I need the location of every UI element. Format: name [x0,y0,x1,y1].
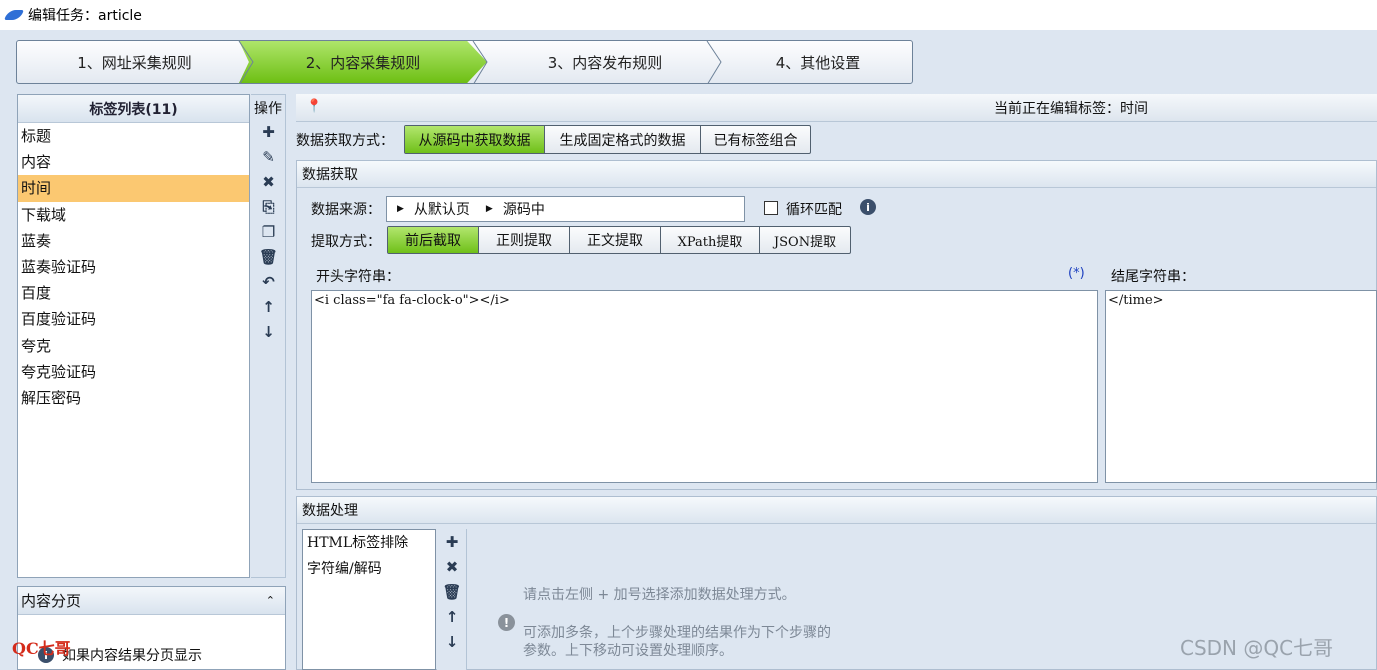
editor-header: 📍 当前正在编辑标签：时间 [296,94,1377,122]
getmode-toggle: 从源码中获取数据 生成固定格式的数据 已有标签组合 [404,125,811,154]
loop-match-label: 循环匹配 [786,202,842,218]
qc-logo: QC七哥 [12,639,71,658]
extract-regex-button[interactable]: 正则提取 [479,227,570,253]
extract-body-button[interactable]: 正文提取 [570,227,661,253]
fetch-section-header: 数据获取 [297,161,1376,188]
move-down-icon[interactable]: ↓ [251,319,286,344]
list-item[interactable]: 百度 [18,280,249,306]
pin-icon[interactable]: 📍 [306,99,322,114]
paste-icon[interactable]: ❐ [251,219,286,244]
copy-icon[interactable]: ⎘ [251,194,286,219]
tag-list: 标题 内容 时间 下载域 蓝奏 蓝奏验证码 百度 百度验证码 夸克 夸克验证码 … [18,123,249,411]
step-publish-rules[interactable]: 3、内容发布规则 [487,41,723,83]
start-string-label: 开头字符串： [316,269,400,285]
list-item[interactable]: 字符编/解码 [303,556,435,582]
app-icon [4,10,24,20]
delete-icon[interactable]: ✖ [437,554,467,579]
trash-icon[interactable]: 🗑 [437,579,467,604]
start-string-input[interactable]: <i class="fa fa-clock-o"></i> [311,290,1098,483]
exclamation-icon: ! [498,614,515,631]
list-item-selected[interactable]: 时间 [18,175,249,202]
paging-header[interactable]: 内容分页 ⌃ [18,587,285,615]
window-titlebar: 编辑任务：article [0,0,1377,30]
hint-text: 请点击左侧 + 加号选择添加数据处理方式。 [523,587,796,603]
end-string-label: 结尾字符串： [1111,269,1195,285]
list-item[interactable]: 标题 [18,123,249,149]
add-icon[interactable]: ✚ [437,529,467,554]
window-title: 编辑任务：article [28,8,142,24]
undo-icon[interactable]: ↶ [251,269,286,294]
process-ops-toolbar: ✚ ✖ 🗑 ↑ ↓ [437,529,467,670]
list-item[interactable]: 蓝奏 [18,228,249,254]
list-item[interactable]: 解压密码 [18,385,249,411]
loop-match-checkbox[interactable] [764,201,778,215]
move-up-icon[interactable]: ↑ [437,604,467,629]
source-breadcrumb[interactable]: ▶ 从默认页 ▶ 源码中 [386,196,745,222]
step-label: 1、网址采集规则 [77,53,192,72]
getmode-from-source-button[interactable]: 从源码中获取数据 [405,126,545,153]
step-label: 3、内容发布规则 [547,53,663,72]
source-segment[interactable]: 源码中 [503,199,545,219]
hint-text: 参数。上下移动可设置处理顺序。 [523,643,733,659]
step-content-rules[interactable]: 2、内容采集规则 [239,41,487,83]
watermark: CSDN @QC七哥 [1180,636,1334,660]
tag-list-panel: 标签列表(11) 标题 内容 时间 下载域 蓝奏 蓝奏验证码 百度 百度验证码 … [17,94,250,578]
tag-list-header: 标签列表(11) [18,95,249,123]
hint-text: 可添加多条，上个步骤处理的结果作为下个步骤的 [523,625,831,641]
source-segment[interactable]: 从默认页 [414,199,470,219]
extract-mode-toggle: 前后截取 正则提取 正文提取 XPath提取 JSON提取 [387,226,851,254]
move-up-icon[interactable]: ↑ [251,294,286,319]
tag-ops-toolbar: 操作 ✚ ✎ ✖ ⎘ ❐ 🗑 ↶ ↑ ↓ [251,94,286,578]
chevron-right-icon: ▶ [397,204,404,214]
getmode-fixed-format-button[interactable]: 生成固定格式的数据 [545,126,701,153]
editing-tag-text: 当前正在编辑标签：时间 [994,101,1148,117]
getmode-label: 数据获取方式： [296,133,394,149]
list-item[interactable]: 百度验证码 [18,306,249,332]
list-item[interactable]: 夸克 [18,333,249,359]
extract-label: 提取方式： [311,234,381,250]
end-string-input[interactable]: </time> [1105,290,1377,483]
extract-json-button[interactable]: JSON提取 [760,227,850,253]
process-list: HTML标签排除 字符编/解码 [302,529,436,670]
step-other-settings[interactable]: 4、其他设置 [723,41,912,83]
paging-title: 内容分页 [21,592,82,610]
step-wizard: 1、网址采集规则 2、内容采集规则 3、内容发布规则 4、其他设置 [16,40,913,84]
step-label: 2、内容采集规则 [305,53,421,72]
ops-label: 操作 [254,101,282,117]
main-content: 1、网址采集规则 2、内容采集规则 3、内容发布规则 4、其他设置 标签列表(1… [0,30,1377,670]
edit-icon[interactable]: ✎ [251,144,286,169]
info-icon[interactable]: i [860,199,876,215]
step-url-rules[interactable]: 1、网址采集规则 [17,41,252,83]
trash-icon[interactable]: 🗑 [251,244,286,269]
collapse-icon[interactable]: ⌃ [266,594,275,607]
wildcard-marker[interactable]: (*) [1068,266,1085,281]
paging-text: 如果内容结果分页显示 [62,648,202,664]
extract-xpath-button[interactable]: XPath提取 [661,227,760,253]
extract-prefix-suffix-button[interactable]: 前后截取 [388,227,479,253]
move-down-icon[interactable]: ↓ [437,629,467,654]
list-item[interactable]: 内容 [18,149,249,175]
source-label: 数据来源： [311,202,381,218]
step-label: 4、其他设置 [775,53,861,72]
list-item[interactable]: HTML标签排除 [303,530,435,556]
process-section-header: 数据处理 [297,497,1376,524]
list-item[interactable]: 蓝奏验证码 [18,254,249,280]
add-icon[interactable]: ✚ [251,119,286,144]
list-item[interactable]: 下载域 [18,202,249,228]
list-item[interactable]: 夸克验证码 [18,359,249,385]
chevron-right-icon: ▶ [485,204,493,214]
getmode-tag-combo-button[interactable]: 已有标签组合 [701,126,810,153]
delete-icon[interactable]: ✖ [251,169,286,194]
